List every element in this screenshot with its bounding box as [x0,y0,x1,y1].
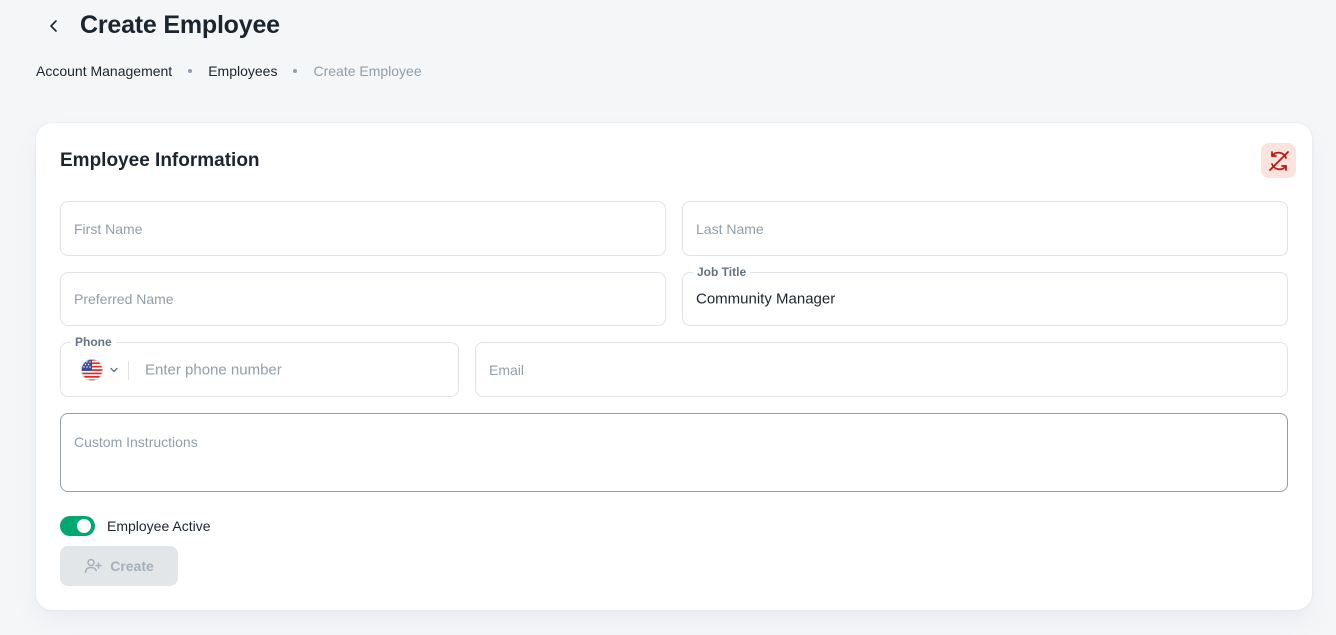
breadcrumb-create-employee: Create Employee [313,63,422,79]
job-title-field[interactable]: Job Title Community Manager [682,265,1288,326]
first-name-placeholder: First Name [74,220,143,237]
user-add-icon [84,558,102,574]
phone-divider [128,361,129,380]
breadcrumb-account-management[interactable]: Account Management [36,63,172,79]
first-name-field[interactable]: First Name [60,201,666,256]
sync-toggle-button[interactable] [1261,143,1296,178]
email-placeholder: Email [489,361,525,378]
us-flag-icon [81,359,103,381]
job-title-value: Community Manager [696,290,836,308]
breadcrumb-employees[interactable]: Employees [208,63,277,79]
chevron-down-icon [110,367,118,373]
preferred-name-placeholder: Preferred Name [74,291,174,307]
back-button[interactable] [40,12,68,40]
last-name-placeholder: Last Name [696,220,764,237]
preferred-name-field[interactable]: Preferred Name [60,272,666,326]
last-name-field[interactable]: Last Name [682,201,1288,256]
phone-label: Phone [71,335,116,349]
employee-active-row: Employee Active [60,516,211,536]
employee-information-card: Employee Information First Name Last Nam… [36,123,1312,610]
create-button-label: Create [110,558,154,574]
email-field[interactable]: Email [475,342,1288,397]
employee-active-label: Employee Active [107,518,211,534]
custom-instructions-textarea[interactable]: Custom Instructions [60,413,1288,492]
employee-active-toggle[interactable] [60,516,95,536]
card-title: Employee Information [60,150,260,171]
phone-number-input[interactable]: Enter phone number [145,361,282,378]
breadcrumb-separator [293,69,298,73]
country-code-select[interactable] [81,358,129,382]
breadcrumb-separator [188,69,193,73]
breadcrumb: Account Management Employees Create Empl… [36,63,422,79]
custom-instructions-placeholder: Custom Instructions [74,434,198,450]
page-header: Create Employee Account Management Emplo… [0,0,1336,110]
job-title-label: Job Title [693,265,751,279]
page-title: Create Employee [80,11,280,39]
phone-field[interactable]: Phone Enter phone number [60,335,459,397]
toggle-knob [77,519,91,533]
create-button[interactable]: Create [60,546,178,586]
sync-off-icon [1268,150,1289,171]
chevron-left-icon [50,20,57,32]
